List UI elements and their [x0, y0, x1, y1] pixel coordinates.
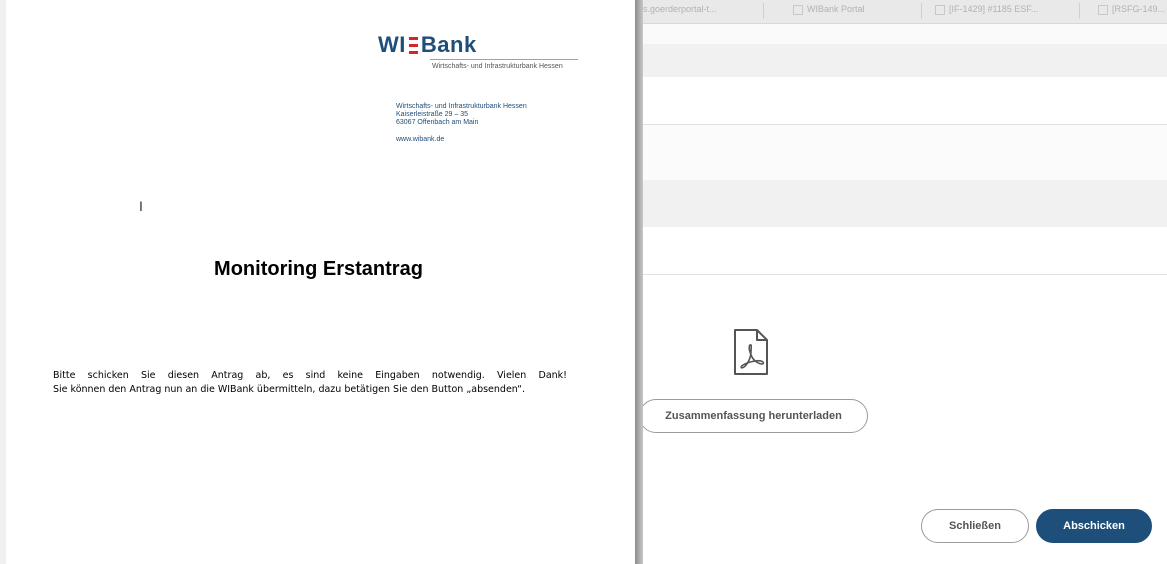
pdf-file-icon	[734, 329, 768, 375]
form-band	[643, 180, 1167, 227]
browser-tab[interactable]: [RSFG-149...	[1098, 4, 1165, 15]
text-cursor-icon: I	[139, 198, 143, 214]
form-band	[643, 125, 1167, 180]
logo-bars-icon	[408, 36, 418, 54]
submit-button-label: Abschicken	[1063, 520, 1125, 532]
browser-tab[interactable]: s.goerderportal-t...	[643, 4, 717, 14]
close-button-label: Schließen	[949, 520, 1001, 532]
logo-tagline: Wirtschafts- und Infrastrukturbank Hesse…	[432, 63, 563, 70]
form-band	[643, 227, 1167, 275]
browser-tab-bar: s.goerderportal-t... WIBank Portal [IF-1…	[643, 0, 1167, 24]
body-text-line: Sie können den Antrag nun an die WIBank …	[53, 384, 526, 395]
close-button[interactable]: Schließen	[921, 509, 1029, 543]
submission-dialog: s.goerderportal-t... WIBank Portal [IF-1…	[643, 0, 1167, 564]
form-band	[643, 24, 1167, 44]
body-text-line: Bitte schicken Sie diesen Antrag ab, es …	[53, 370, 567, 381]
download-summary-label: Zusammenfassung herunterladen	[665, 410, 842, 422]
tab-label: WIBank Portal	[807, 4, 865, 14]
address-line: Kaiserleistraße 29 – 35	[396, 111, 468, 118]
logo-brand-left: WI	[378, 32, 406, 57]
tab-favicon-icon	[935, 4, 945, 15]
tab-label: s.goerderportal-t...	[643, 4, 717, 14]
address-block: Wirtschafts- und Infrastrukturbank Hesse…	[396, 103, 527, 144]
browser-tab[interactable]: WIBank Portal	[793, 4, 865, 15]
pane-divider[interactable]	[635, 0, 643, 564]
document-body: Bitte schicken Sie diesen Antrag ab, es …	[53, 369, 567, 397]
logo-brand-right: Bank	[420, 32, 477, 57]
download-summary-button[interactable]: Zusammenfassung herunterladen	[643, 399, 868, 433]
tab-label: [RSFG-149...	[1112, 4, 1166, 14]
tab-separator	[763, 3, 764, 19]
form-band	[643, 44, 1167, 77]
tab-separator	[921, 3, 922, 19]
tab-favicon-icon	[1098, 4, 1108, 15]
form-band	[643, 77, 1167, 125]
browser-tab[interactable]: [IF-1429] #1185 ESF...	[935, 4, 1038, 15]
tab-favicon-icon	[793, 4, 803, 15]
tab-separator	[1079, 3, 1080, 19]
wibank-logo: WI Bank Wirtschafts- und Infrastrukturba…	[378, 32, 578, 70]
address-line: Wirtschafts- und Infrastrukturbank Hesse…	[396, 103, 527, 110]
address-line: 63067 Offenbach am Main	[396, 119, 479, 126]
tab-label: [IF-1429] #1185 ESF...	[949, 4, 1039, 14]
submit-button[interactable]: Abschicken	[1036, 509, 1152, 543]
logo-divider	[430, 59, 578, 60]
website-link[interactable]: www.wibank.de	[396, 136, 527, 144]
document-preview: WI Bank Wirtschafts- und Infrastrukturba…	[0, 0, 635, 564]
document-title: Monitoring Erstantrag	[214, 258, 423, 280]
